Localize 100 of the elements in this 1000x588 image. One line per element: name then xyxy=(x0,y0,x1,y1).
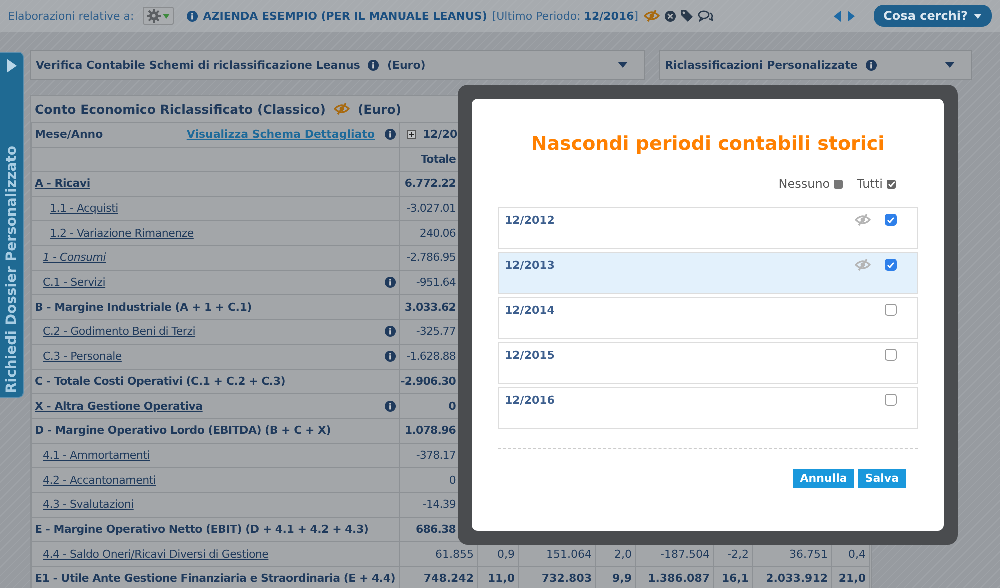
table-cell: -1.628.88 xyxy=(406,350,456,364)
info-icon[interactable] xyxy=(866,60,877,70)
table-cell: -3.027.01 xyxy=(406,202,456,216)
column-header: Mese/Anno xyxy=(35,128,104,142)
period-label: [Ultimo Periodo: 12/2016] xyxy=(492,10,639,22)
table-cell: 36.751 xyxy=(790,548,828,561)
row-label: C - Totale Costi Operativi (C.1 + C.2 + C.3) xyxy=(35,374,286,388)
row-label: E1 - Utile Ante Gestione Finanziaria e Straordinaria (E + 4.4) xyxy=(35,572,396,586)
row-label: D - Margine Operativo Lordo (EBITDA) (B + C + X) xyxy=(35,424,332,438)
tag-icon[interactable] xyxy=(680,10,693,22)
cancel-button[interactable]: Annulla xyxy=(793,469,854,488)
previous-icon[interactable] xyxy=(834,10,842,22)
table-cell: 2,0 xyxy=(614,548,632,561)
table-cell: 3.033.62 xyxy=(404,300,456,314)
table-cell: 61.855 xyxy=(436,548,474,561)
table-cell: 732.803 xyxy=(542,572,592,586)
settings-dropdown[interactable] xyxy=(143,7,174,25)
row-link[interactable]: 4.3 - Svalutazioni xyxy=(43,498,134,512)
next-icon[interactable] xyxy=(846,10,855,22)
period-label: 12/2014 xyxy=(505,304,555,317)
checkbox[interactable] xyxy=(885,259,897,271)
row-label: B - Margine Industriale (A + 1 + C.1) xyxy=(35,300,252,314)
report-dropdown[interactable]: Riclassificazioni Personalizzate xyxy=(659,50,972,80)
period-label: 12/2013 xyxy=(505,259,555,272)
search-button[interactable]: Cosa cerchi? xyxy=(874,5,992,27)
period-row[interactable]: 12/2016 xyxy=(498,387,918,429)
row-link[interactable]: 4.4 - Saldo Oneri/Ricavi Diversi di Gestione xyxy=(43,548,269,561)
option-label: Nessuno xyxy=(778,177,830,191)
info-icon[interactable] xyxy=(368,60,380,70)
checkbox[interactable] xyxy=(885,214,897,226)
table-cell: 0 xyxy=(449,474,456,487)
report-title: Conto Economico Riclassificato (Classico) xyxy=(35,102,326,116)
info-icon[interactable] xyxy=(385,277,396,288)
column-header: Totale xyxy=(420,152,456,166)
info-icon[interactable] xyxy=(385,400,396,412)
chat-icon[interactable] xyxy=(698,10,714,22)
caret-icon[interactable] xyxy=(945,62,955,68)
table-cell: -2.786.95 xyxy=(406,251,456,264)
context-label: Elaborazioni relative a: xyxy=(8,10,134,22)
dialog-title: Nascondi periodi contabili storici xyxy=(530,133,886,155)
table-cell: 0,9 xyxy=(498,548,516,561)
table-cell: -14.39 xyxy=(422,498,456,512)
checkbox[interactable] xyxy=(885,349,897,361)
table-cell: -2,2 xyxy=(728,548,750,561)
row-link[interactable]: C.3 - Personale xyxy=(43,350,122,364)
table-cell: 0,4 xyxy=(848,548,866,561)
table-cell: 686.38 xyxy=(416,522,456,536)
row-link[interactable]: 1.2 - Variazione Rimanenze xyxy=(50,226,194,240)
all-checkbox[interactable] xyxy=(887,180,896,188)
table-cell: 748.242 xyxy=(424,572,474,586)
caret-icon xyxy=(163,14,170,18)
company-name: AZIENDA ESEMPIO (PER IL MANUALE LEANUS) xyxy=(203,10,488,22)
table-cell: 151.064 xyxy=(546,548,592,561)
row-link[interactable]: 1.1 - Acquisti xyxy=(50,202,118,216)
table-cell: -325.77 xyxy=(416,325,456,338)
caret-icon[interactable] xyxy=(618,62,628,68)
table-cell: 240.06 xyxy=(420,226,456,240)
column-header: 12/20 xyxy=(423,128,458,142)
row-link[interactable]: C.1 - Servizi xyxy=(43,276,106,290)
table-cell: 6.772.22 xyxy=(404,177,456,190)
table-cell: 21,0 xyxy=(838,572,866,586)
none-checkbox[interactable] xyxy=(834,180,844,188)
report-dropdown[interactable]: Verifica Contabile Schemi di riclassificazione Leanus (Euro) xyxy=(30,50,645,80)
info-icon[interactable] xyxy=(385,351,396,362)
save-button[interactable]: Salva xyxy=(858,469,906,488)
row-link[interactable]: 1 - Consumi xyxy=(43,251,106,264)
period-row[interactable]: 12/2015 xyxy=(498,342,918,384)
table-cell: -378.17 xyxy=(416,448,456,462)
dossier-tab[interactable]: Richiedi Dossier Personalizzato xyxy=(0,52,24,398)
period-label: 12/2016 xyxy=(505,394,555,407)
period-label: 12/2015 xyxy=(505,349,555,362)
detail-link[interactable]: Visualizza Schema Dettagliato xyxy=(186,128,375,142)
period-row[interactable]: 12/2013 xyxy=(498,252,918,294)
info-icon[interactable] xyxy=(385,326,396,338)
caret-icon xyxy=(974,14,982,18)
unit-label: (Euro) xyxy=(387,58,426,72)
table-cell: -2.906.30 xyxy=(400,374,456,388)
row-link[interactable]: A - Ricavi xyxy=(35,177,90,190)
period-row[interactable]: 12/2012 xyxy=(498,207,918,249)
row-link[interactable]: C.2 - Godimento Beni di Terzi xyxy=(43,325,196,338)
row-label: E - Margine Operativo Netto (EBIT) (D + 4.1 + 4.2 + 4.3) xyxy=(35,522,369,536)
row-link[interactable]: 4.1 - Ammortamenti xyxy=(43,448,150,462)
dossier-tab-label[interactable]: Richiedi Dossier Personalizzato xyxy=(4,146,20,393)
table-cell: 1.386.087 xyxy=(648,572,710,586)
row-link[interactable]: X - Altra Gestione Operativa xyxy=(35,400,203,413)
expand-icon[interactable] xyxy=(407,130,416,140)
checkbox[interactable] xyxy=(885,394,897,406)
close-icon[interactable] xyxy=(664,10,676,22)
table-cell: 9,9 xyxy=(612,572,632,586)
dropdown-label: Riclassificazioni Personalizzate xyxy=(665,58,858,72)
checkbox[interactable] xyxy=(885,304,897,316)
period-label: 12/2012 xyxy=(505,214,555,227)
row-link[interactable]: 4.2 - Accantonamenti xyxy=(43,474,156,487)
table-cell: -951.64 xyxy=(416,276,456,290)
option-label: Tutti xyxy=(857,177,883,191)
period-row[interactable]: 12/2014 xyxy=(498,297,918,339)
info-icon[interactable] xyxy=(385,129,396,140)
info-icon[interactable] xyxy=(187,10,198,22)
table-cell: 1.078.96 xyxy=(404,424,456,438)
gear-icon xyxy=(147,9,162,23)
